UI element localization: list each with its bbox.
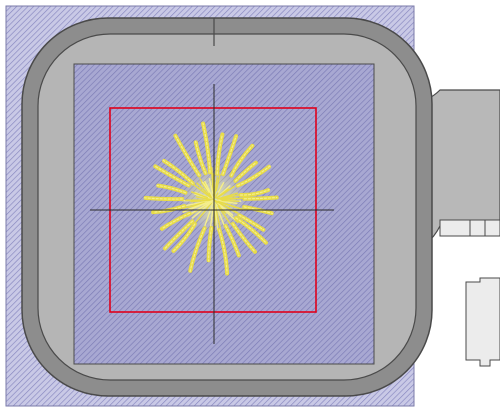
center-stitch (220, 198, 235, 201)
center-stitch (221, 199, 240, 202)
embroidery-hoop-view[interactable] (0, 0, 500, 410)
